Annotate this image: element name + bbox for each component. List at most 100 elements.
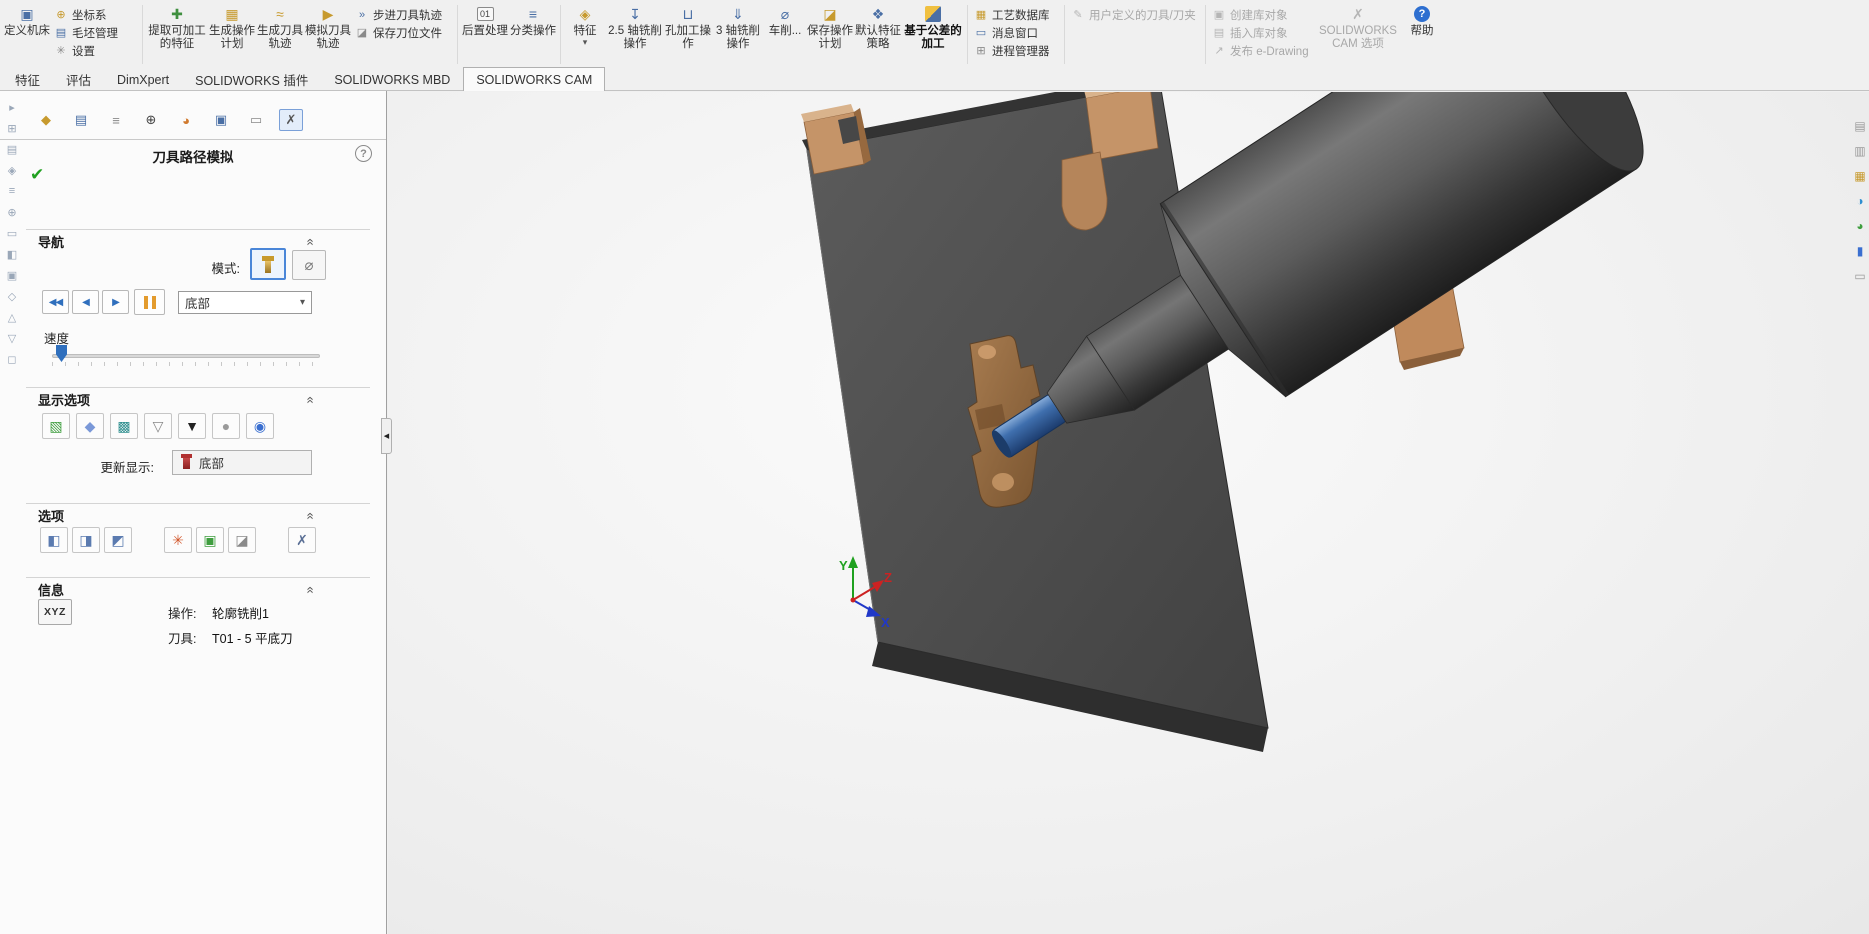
generate-plan-button[interactable]: ▦ 生成操作计划 [209,2,255,67]
step-forward-button[interactable]: ▶ [102,290,129,314]
tree-item-icon[interactable]: ◻ [7,351,16,367]
display-target-button[interactable]: ◆ [76,413,104,439]
speed-slider-track[interactable] [52,354,320,358]
display-collision-button[interactable]: ◉ [246,413,274,439]
simulate-toolpath-button[interactable]: ▶ 模拟刀具轨迹 [305,2,351,67]
collapse-chevron-icon[interactable]: « [304,396,319,402]
settings-button[interactable]: ✳ 设置 [52,43,138,58]
collapse-chevron-icon[interactable]: « [304,586,319,592]
save-image-button[interactable]: ◪ [228,527,256,553]
display-holder-button[interactable]: ● [212,413,240,439]
graphics-viewport[interactable]: Y Z X [388,92,1869,934]
tab-operation-tree-icon[interactable]: ▤ [69,109,93,131]
step-toolpath-button[interactable]: » 步进刀具轨迹 [353,7,453,22]
tech-database-button[interactable]: ▦ 工艺数据库 [972,7,1060,22]
tab-cam-tools-icon[interactable]: ✗ [279,109,303,131]
mill25-operations-button[interactable]: ↧ 2.5 轴铣削操作 [607,2,663,67]
tree-item-icon[interactable]: ▸ [9,99,15,115]
compare-parts-button[interactable]: ▣ [196,527,224,553]
display-fixture-button[interactable]: ▩ [110,413,138,439]
end-condition-button[interactable]: ◧ [40,527,68,553]
turn-mode-button[interactable]: ⌀ [292,250,326,280]
simulation-options-button[interactable]: ✗ [288,527,316,553]
task-pane-icon[interactable]: ◕ [1856,218,1863,233]
tree-item-icon[interactable]: ⊞ [7,120,16,136]
speed-slider-thumb[interactable] [56,345,67,362]
process-manager-button[interactable]: ⊞ 进程管理器 [972,43,1060,58]
hole-operations-button[interactable]: ⊔ 孔加工操作 [665,2,711,67]
task-pane-icon[interactable]: ▮ [1857,243,1864,258]
turn-operations-button[interactable]: ⌀ 车削... [765,2,805,67]
tab-property-manager-icon[interactable]: ⊕ [139,109,163,131]
tree-item-icon[interactable]: ⊕ [7,204,16,220]
task-pane-icon[interactable]: ▤ [1854,118,1865,133]
speed-slider-ticks [52,362,320,366]
process-manager-label: 进程管理器 [992,45,1050,58]
tab-configurations-icon[interactable]: ▣ [209,109,233,131]
mill3-operations-button[interactable]: ⇓ 3 轴铣削操作 [713,2,763,67]
tab-feature-manager-icon[interactable]: ≡ [104,109,128,131]
panel-splitter[interactable]: ◀ [381,418,392,454]
post-process-button[interactable]: 01 后置处理 [462,2,508,67]
save-cl-file-button[interactable]: ◪ 保存刀位文件 [353,25,453,40]
default-strategy-button[interactable]: ❖ 默认特征策略 [855,2,901,67]
tab-features[interactable]: 特征 [2,68,53,90]
ok-check-icon[interactable]: ✔ [30,165,44,185]
extract-features-button[interactable]: ✚ 提取可加工的特征 [147,2,207,67]
task-pane-icon[interactable]: ▥ [1854,143,1865,158]
display-stock-button[interactable]: ▧ [42,413,70,439]
cam-options-button[interactable]: ✗ SOLIDWORKS CAM 选项 [1316,2,1400,67]
tolerance-machining-button[interactable]: 基于公差的加工 [903,2,963,67]
post-process-label: 后置处理 [462,25,508,37]
tab-appearances-icon[interactable]: ◕ [174,109,198,131]
feature-button[interactable]: ◈ 特征 ▾ [565,2,605,67]
create-library-button[interactable]: ▣ 创建库对象 [1210,7,1314,22]
tree-item-icon[interactable]: ◈ [8,162,16,178]
sort-operations-button[interactable]: ≡ 分类操作 [510,2,556,67]
tree-item-icon[interactable]: ▤ [7,141,17,157]
collapse-chevron-icon[interactable]: « [304,512,319,518]
display-tool-wireframe-button[interactable]: ▽ [144,413,172,439]
task-pane-icon[interactable]: ◑ [1856,193,1863,208]
define-machine-button[interactable]: ▣ 定义机床 [4,2,50,67]
tree-item-icon[interactable]: ▣ [7,267,17,283]
display-tool-shaded-button[interactable]: ▼ [178,413,206,439]
tree-item-icon[interactable]: ▽ [8,330,16,346]
tab-display-manager-icon[interactable]: ▭ [244,109,268,131]
help-button[interactable]: ? 帮助 [1402,2,1442,67]
xyz-coordinates-button[interactable]: XYZ [38,599,72,625]
show-difference-button[interactable]: ✳ [164,527,192,553]
message-window-button[interactable]: ▭ 消息窗口 [972,25,1060,40]
tree-item-icon[interactable]: △ [8,309,16,325]
insert-library-button[interactable]: ▤ 插入库对象 [1210,25,1314,40]
position-dropdown[interactable]: 底部 ▾ [178,291,312,314]
tab-evaluate[interactable]: 评估 [53,68,104,90]
mill-mode-button[interactable] [250,248,286,280]
stop-at-operation-button[interactable]: ◩ [104,527,132,553]
tab-solidworks-cam[interactable]: SOLIDWORKS CAM [463,67,606,91]
library-group: ▣ 创建库对象 ▤ 插入库对象 ↗ 发布 e-Drawing [1210,2,1314,67]
task-pane-icon[interactable]: ▭ [1854,268,1865,283]
tree-item-icon[interactable]: ◧ [7,246,17,262]
publish-edrawing-button[interactable]: ↗ 发布 e-Drawing [1210,43,1314,58]
generate-toolpath-button[interactable]: ≈ 生成刀具轨迹 [257,2,303,67]
user-tool-button[interactable]: ✎ 用户定义的刀具/刀夹 [1069,7,1201,22]
run-pause-button[interactable] [134,289,165,315]
task-pane-icon[interactable]: ▦ [1854,168,1865,183]
step-back-button[interactable]: ◀ [72,290,99,314]
tab-dimxpert[interactable]: DimXpert [104,68,182,90]
tree-item-icon[interactable]: ◇ [8,288,16,304]
tab-addins[interactable]: SOLIDWORKS 插件 [182,68,321,90]
save-plan-button[interactable]: ◪ 保存操作计划 [807,2,853,67]
tree-item-icon[interactable]: ≡ [9,183,15,199]
pause-on-collision-button[interactable]: ◨ [72,527,100,553]
help-circle-icon[interactable]: ? [355,145,372,162]
tab-cam-tree-icon[interactable]: ◆ [34,109,58,131]
tree-item-icon[interactable]: ▭ [7,225,17,241]
coordinate-system-button[interactable]: ⊕ 坐标系 [52,7,138,22]
update-display-button[interactable]: 底部 [172,450,312,475]
collapse-chevron-icon[interactable]: « [304,238,319,244]
tab-mbd[interactable]: SOLIDWORKS MBD [321,68,463,90]
go-to-start-button[interactable]: ◀◀ [42,290,69,314]
stock-manager-button[interactable]: ▤ 毛坯管理 [52,25,138,40]
